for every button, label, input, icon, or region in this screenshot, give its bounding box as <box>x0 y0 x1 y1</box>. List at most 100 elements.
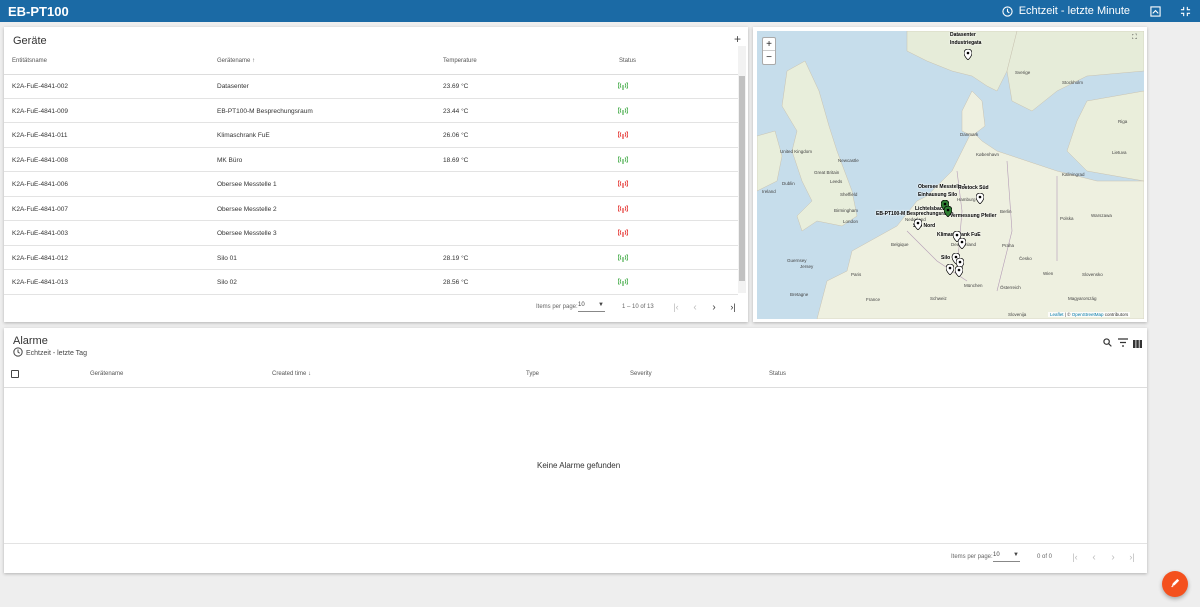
alarm-range-label: 0 of 0 <box>1037 554 1053 560</box>
city-osterreich: Österreich <box>1000 285 1021 290</box>
city-united-kingdom: United Kingdom <box>780 149 813 154</box>
alarm-col-severity[interactable]: Severity <box>630 371 652 377</box>
cell-temperature: 23.44 °C <box>443 107 469 115</box>
cell-entity: K2A-FuE-4841-007 <box>12 205 69 213</box>
edit-fab-button[interactable] <box>1162 571 1188 597</box>
next-page-icon[interactable]: › <box>708 301 720 313</box>
cell-device-name: Obersee Messtelle 1 <box>217 181 277 188</box>
table-row[interactable]: K2A-FuE-4841-013 Silo 02 28.56 °C <box>4 270 738 295</box>
cell-entity: K2A-FuE-4841-003 <box>12 230 69 237</box>
dropdown-arrow-icon: ▼ <box>598 302 604 308</box>
map-marker-icon[interactable] <box>944 206 952 217</box>
items-per-page-select[interactable]: 10 ▼ <box>578 302 605 312</box>
signal-status-icon <box>618 106 628 115</box>
signal-status-icon <box>618 253 628 262</box>
city-great-britain: Great Britain <box>814 170 840 175</box>
scroll-thumb[interactable] <box>739 76 745 281</box>
map-marker-icon[interactable] <box>958 238 966 249</box>
alarms-time-window[interactable]: Echtzeit - letzte Tag <box>13 347 87 359</box>
table-row[interactable]: K2A-FuE-4841-006 Obersee Messtelle 1 <box>4 172 738 197</box>
cell-temperature: 28.19 °C <box>443 254 469 262</box>
signal-status-icon <box>618 180 628 188</box>
table-row[interactable]: K2A-FuE-4841-002 Datasenter 23.69 °C <box>4 74 738 99</box>
city-london: London <box>843 219 859 224</box>
table-row[interactable]: K2A-FuE-4841-003 Obersee Messtelle 3 <box>4 221 738 246</box>
alarm-col-device[interactable]: Gerätename <box>90 371 123 377</box>
map-marker-icon[interactable] <box>946 264 954 275</box>
table-row[interactable]: K2A-FuE-4841-011 Klimaschrank FuE 26.06 °C <box>4 123 738 148</box>
alarm-col-created-label: Created time <box>272 371 307 377</box>
signal-status-icon <box>618 278 628 286</box>
city-lietuva: Lietuva <box>1112 150 1127 155</box>
time-window-label: Echtzeit - letzte Minute <box>1018 5 1130 17</box>
last-page-icon[interactable]: ›| <box>727 301 739 313</box>
devices-scrollbar[interactable] <box>738 46 746 293</box>
zoom-in-button[interactable]: + <box>763 38 775 51</box>
city-kobenhavn: København <box>976 152 1000 157</box>
alarm-search-icon[interactable] <box>1103 334 1112 352</box>
map-marker-icon[interactable] <box>914 219 922 230</box>
marker-label-rostock: Rostock Süd <box>958 185 989 191</box>
city-magyarorszag: Magyarország <box>1068 296 1097 301</box>
prev-page-icon[interactable]: ‹ <box>689 301 701 313</box>
city-schweiz: Schweiz <box>930 296 947 301</box>
city-sheffield: Sheffield <box>840 192 858 197</box>
cell-device-name: Datasenter <box>217 83 249 90</box>
alarm-col-created[interactable]: Created time ↓ <box>272 371 311 377</box>
table-row[interactable]: K2A-FuE-4841-012 Silo 01 28.19 °C <box>4 246 738 270</box>
cell-device-name: MK Büro <box>217 156 243 164</box>
range-label: 1 – 10 of 13 <box>622 304 654 310</box>
cell-temperature: 23.69 °C <box>443 83 469 90</box>
add-icon[interactable]: + <box>734 32 741 46</box>
alarm-next-page-icon[interactable]: › <box>1107 551 1119 563</box>
exit-fullscreen-icon[interactable] <box>1178 4 1192 18</box>
table-row[interactable]: K2A-FuE-4841-008 MK Büro 18.69 °C <box>4 148 738 172</box>
cell-temperature: 28.56 °C <box>443 279 469 286</box>
table-row[interactable]: K2A-FuE-4841-009 EB-PT100-M Besprechungsr… <box>4 99 738 123</box>
osm-link[interactable]: OpenStreetMap <box>1072 312 1104 317</box>
time-window-button[interactable]: Echtzeit - letzte Minute <box>1001 4 1130 18</box>
zoom-out-button[interactable]: − <box>763 51 775 64</box>
select-all-checkbox[interactable] <box>11 370 19 378</box>
dashboard-title: EB-PT100 <box>8 3 69 19</box>
map-fullscreen-icon[interactable]: ⛶ <box>1132 34 1137 42</box>
city-warszawa: Warszawa <box>1091 213 1112 218</box>
export-icon[interactable] <box>1148 4 1162 18</box>
cell-device-name: Klimaschrank FuE <box>217 132 270 139</box>
cell-entity: K2A-FuE-4841-006 <box>12 181 69 188</box>
alarms-card: Alarme <box>4 328 1147 573</box>
alarm-prev-page-icon[interactable]: ‹ <box>1088 551 1100 563</box>
alarm-first-page-icon[interactable]: |‹ <box>1069 551 1081 563</box>
alarm-filter-icon[interactable] <box>1118 334 1128 352</box>
alarm-col-status[interactable]: Status <box>769 371 786 377</box>
alarm-items-per-page-select[interactable]: 10 ▼ <box>993 552 1020 562</box>
devices-title: Geräte <box>13 35 47 47</box>
city-dublin: Dublin <box>782 181 795 186</box>
alarms-time-window-label: Echtzeit - letzte Tag <box>26 349 87 357</box>
city-riga: Riga <box>1118 119 1128 124</box>
map-marker-icon[interactable] <box>964 49 972 60</box>
col-header-entity[interactable]: Entitätsname <box>12 58 47 64</box>
cell-entity: K2A-FuE-4841-013 <box>12 279 69 286</box>
col-header-temperature[interactable]: Temperature <box>443 58 477 64</box>
map-marker-icon[interactable] <box>955 266 963 277</box>
alarm-columns-icon[interactable] <box>1133 335 1142 353</box>
col-header-device-name[interactable]: Gerätename ↑ <box>217 58 255 64</box>
table-row[interactable]: K2A-FuE-4841-007 Obersee Messtelle 2 <box>4 197 738 221</box>
city-danmark: Danmark <box>960 132 979 137</box>
alarm-footer-divider <box>4 543 1147 544</box>
city-munchen: München <box>964 283 983 288</box>
city-belgique: Belgique <box>891 242 909 247</box>
alarm-col-type[interactable]: Type <box>526 371 539 377</box>
col-header-status[interactable]: Status <box>619 58 636 64</box>
alarm-last-page-icon[interactable]: ›| <box>1126 551 1138 563</box>
leaflet-link[interactable]: Leaflet <box>1050 312 1064 317</box>
alarm-items-per-page-label: Items per page: <box>951 554 993 560</box>
marker-label-industriegata: Industriegata <box>950 40 982 46</box>
city-france: France <box>866 297 881 302</box>
cell-entity: K2A-FuE-4841-008 <box>12 156 69 164</box>
city-birmingham: Birmingham <box>834 208 859 213</box>
map-marker-icon[interactable] <box>976 193 984 204</box>
city-jersey: Jersey <box>800 264 814 269</box>
first-page-icon[interactable]: |‹ <box>670 301 682 313</box>
